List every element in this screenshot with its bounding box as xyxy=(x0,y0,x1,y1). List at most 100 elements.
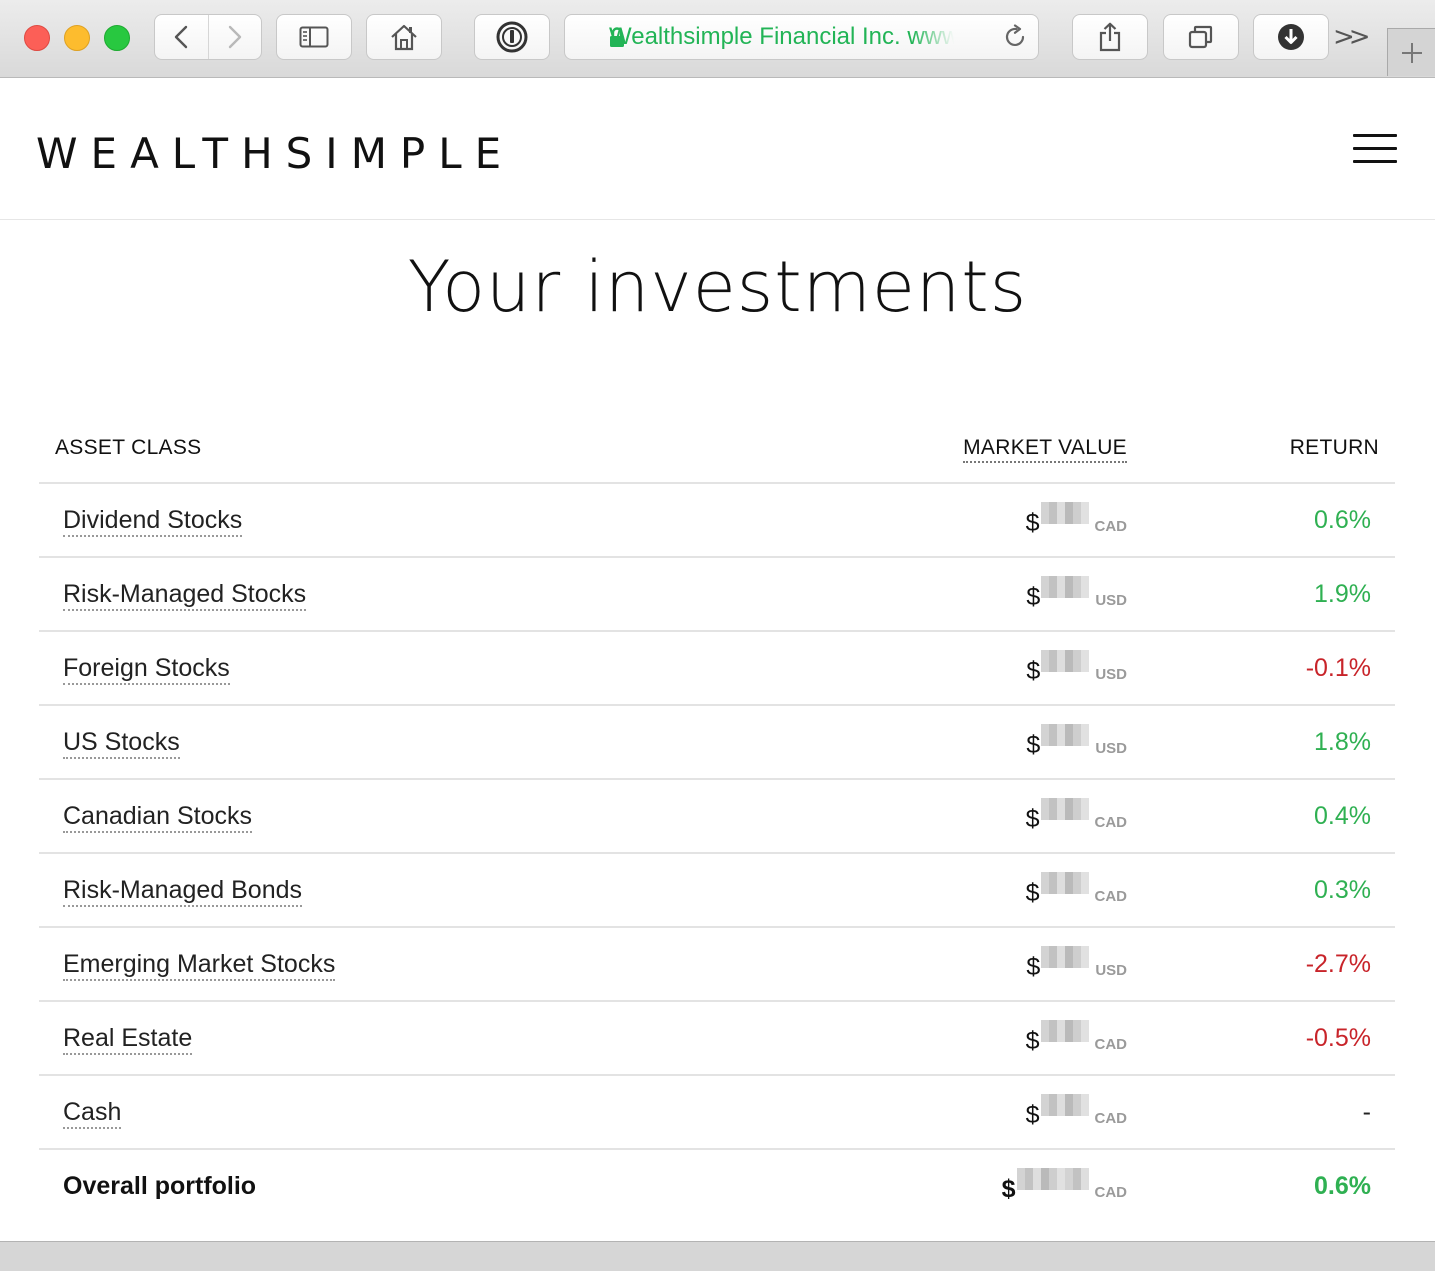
currency-symbol: $ xyxy=(1025,509,1040,537)
tabs-overview-button[interactable] xyxy=(1163,14,1239,60)
tabs-icon xyxy=(1188,25,1213,49)
back-button[interactable] xyxy=(155,15,208,59)
redacted-amount xyxy=(1040,1080,1089,1136)
table-row: US Stocks $ USD 1.8% xyxy=(39,706,1395,780)
share-button[interactable] xyxy=(1072,14,1148,60)
chevron-left-icon xyxy=(175,25,188,49)
chevron-double-right-icon[interactable]: >> xyxy=(1333,22,1370,52)
sidebar-button[interactable] xyxy=(276,14,352,60)
redacted-amount xyxy=(1016,1154,1089,1210)
password-manager-button[interactable] xyxy=(474,14,550,60)
table-row: Real Estate $ CAD -0.5% xyxy=(39,1002,1395,1076)
table-row: Foreign Stocks $ USD -0.1% xyxy=(39,632,1395,706)
table-row: Risk-Managed Stocks $ USD 1.9% xyxy=(39,558,1395,632)
password-manager-icon xyxy=(496,21,528,53)
currency-symbol: $ xyxy=(1025,1101,1040,1129)
redacted-amount xyxy=(1040,784,1089,840)
return-value: 0.4% xyxy=(1314,802,1371,830)
market-value-cell: $ USD xyxy=(1026,562,1127,618)
asset-class-link[interactable]: Dividend Stocks xyxy=(63,506,243,537)
hamburger-line xyxy=(1353,134,1397,137)
currency-symbol: $ xyxy=(1025,805,1040,833)
redacted-amount xyxy=(1041,932,1090,988)
downloads-button[interactable] xyxy=(1253,14,1329,60)
currency-code: CAD xyxy=(1094,1110,1128,1127)
table-row: Dividend Stocks $ CAD 0.6% xyxy=(39,484,1395,558)
redacted-amount xyxy=(1041,636,1090,692)
window-close-button[interactable] xyxy=(24,25,50,51)
sidebar-icon xyxy=(299,26,329,48)
return-value: -2.7% xyxy=(1305,950,1371,978)
market-value-cell: $ CAD xyxy=(1026,1006,1128,1062)
currency-code: USD xyxy=(1095,962,1127,979)
currency-code: USD xyxy=(1095,666,1127,683)
currency-symbol: $ xyxy=(1026,953,1041,981)
redacted-amount xyxy=(1041,710,1090,766)
address-bar[interactable]: Wealthsimple Financial Inc. www.wealthsi… xyxy=(564,14,1039,60)
wealthsimple-logo[interactable]: WEALTHSIMPLE xyxy=(36,129,514,178)
window-minimize-button[interactable] xyxy=(64,25,90,51)
download-icon xyxy=(1278,24,1304,50)
currency-code: CAD xyxy=(1094,1036,1128,1053)
hamburger-line xyxy=(1353,160,1397,163)
window-bottom-bar xyxy=(0,1241,1435,1271)
asset-class-link[interactable]: Risk-Managed Bonds xyxy=(63,876,303,907)
table-body: Dividend Stocks $ CAD 0.6% Risk-Managed Stoc… xyxy=(39,484,1395,1224)
currency-code: CAD xyxy=(1094,888,1128,905)
return-value: - xyxy=(1362,1098,1371,1126)
asset-class-link[interactable]: Real Estate xyxy=(63,1024,193,1055)
market-value-cell: $ USD xyxy=(1026,710,1127,766)
forward-button[interactable] xyxy=(207,15,261,59)
share-icon xyxy=(1099,22,1121,52)
hamburger-menu-icon[interactable] xyxy=(1353,134,1397,164)
market-value-cell: $ CAD xyxy=(1025,858,1128,914)
asset-class-link[interactable]: Canadian Stocks xyxy=(63,802,253,833)
asset-class-link[interactable]: Risk-Managed Stocks xyxy=(63,580,307,611)
new-tab-button[interactable] xyxy=(1387,28,1435,76)
table-row: Cash $ CAD - xyxy=(39,1076,1395,1150)
page-title: Your investments xyxy=(407,246,1028,328)
column-header-asset-class: ASSET CLASS xyxy=(55,436,202,459)
table-row: Risk-Managed Bonds $ CAD 0.3% xyxy=(39,854,1395,928)
column-header-market-value[interactable]: MARKET VALUE xyxy=(963,436,1127,463)
currency-code: USD xyxy=(1095,592,1127,609)
currency-code: CAD xyxy=(1094,814,1128,831)
return-value: 0.6% xyxy=(1314,1172,1371,1200)
url-text: Wealthsimple Financial Inc. www.wealthsi… xyxy=(609,23,954,50)
redacted-amount xyxy=(1040,858,1089,914)
currency-symbol: $ xyxy=(1025,879,1040,907)
home-button[interactable] xyxy=(366,14,442,60)
asset-class-link[interactable]: Foreign Stocks xyxy=(63,654,230,685)
return-value: -0.5% xyxy=(1305,1024,1371,1052)
table-row-total: Overall portfolio $ CAD 0.6% xyxy=(39,1150,1395,1224)
column-header-return: RETURN xyxy=(1289,436,1379,459)
return-value: 0.3% xyxy=(1314,876,1371,904)
market-value-cell: $ USD xyxy=(1026,932,1127,988)
redacted-amount xyxy=(1040,488,1089,544)
redacted-amount xyxy=(1041,562,1090,618)
currency-code: CAD xyxy=(1094,518,1128,535)
reload-icon[interactable] xyxy=(1002,24,1028,50)
window-zoom-button[interactable] xyxy=(104,25,130,51)
table-header: ASSET CLASS MARKET VALUE RETURN xyxy=(39,420,1395,484)
asset-class-link[interactable]: US Stocks xyxy=(63,728,180,759)
redacted-amount xyxy=(1040,1006,1089,1062)
hamburger-line xyxy=(1353,147,1397,150)
asset-class-link[interactable]: Cash xyxy=(63,1098,122,1129)
asset-class-link[interactable]: Emerging Market Stocks xyxy=(63,950,336,981)
currency-symbol: $ xyxy=(1001,1175,1016,1203)
return-value: 1.8% xyxy=(1314,728,1371,756)
plus-icon xyxy=(1401,42,1422,63)
overall-portfolio-label: Overall portfolio xyxy=(63,1172,257,1200)
chevron-right-icon xyxy=(228,25,242,49)
market-value-cell: $ CAD xyxy=(1025,488,1128,544)
market-value-cell: $ CAD xyxy=(1025,784,1128,840)
return-value: 1.9% xyxy=(1314,580,1371,608)
currency-symbol: $ xyxy=(1026,583,1041,611)
return-value: -0.1% xyxy=(1305,654,1371,682)
browser-toolbar: Wealthsimple Financial Inc. www.wealthsi… xyxy=(0,0,1435,78)
market-value-cell: $ USD xyxy=(1026,636,1127,692)
market-value-cell: $ CAD xyxy=(1025,1080,1128,1136)
table-row: Emerging Market Stocks $ USD -2.7% xyxy=(39,928,1395,1002)
currency-symbol: $ xyxy=(1026,657,1041,685)
